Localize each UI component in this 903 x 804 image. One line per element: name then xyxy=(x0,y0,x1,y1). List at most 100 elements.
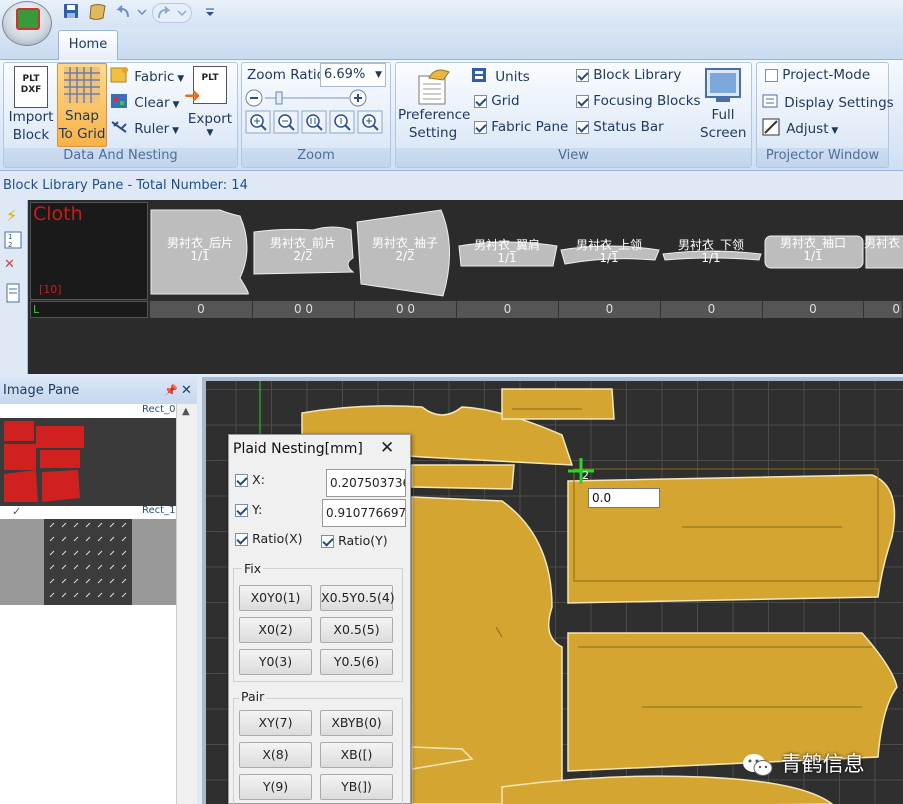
checkbox[interactable] xyxy=(235,504,248,517)
fix-x05-button[interactable]: X0.5(5) xyxy=(320,617,393,643)
checkbox[interactable] xyxy=(576,94,589,108)
block-name: 男衬衣 xyxy=(864,236,901,250)
checkbox[interactable] xyxy=(576,68,589,82)
zoom-fit-icon[interactable] xyxy=(329,110,355,138)
zoom-out-icon[interactable] xyxy=(273,110,299,138)
fabric-button[interactable]: Fabric ▼ xyxy=(110,66,184,88)
image-pane-scrollbar[interactable]: ▲ xyxy=(176,404,197,804)
tab-home[interactable]: Home xyxy=(58,30,118,60)
grid-checkbox[interactable]: Grid xyxy=(474,93,520,109)
lightning-icon[interactable]: ⚡ xyxy=(6,206,17,225)
block-library-toolbar: ⚡ 12 ✕ xyxy=(0,200,28,374)
script-icon[interactable] xyxy=(87,3,109,23)
block-placed-count: 0 xyxy=(661,301,763,318)
preference-setting-button[interactable]: Preference Setting xyxy=(398,64,470,146)
watermark: 青鹤信息 xyxy=(742,748,902,778)
ruler-button[interactable]: Ruler ▼ xyxy=(110,118,179,140)
close-icon[interactable]: ✕ xyxy=(380,438,394,458)
block-item[interactable]: 男衬衣_翼肩 1/1 xyxy=(457,208,560,300)
block-item[interactable]: 男衬衣_袖口 1/1 xyxy=(763,208,866,300)
y-checkbox[interactable]: Y: xyxy=(235,502,262,518)
checkmark-icon: ✓ xyxy=(12,505,22,518)
pair-yb-button[interactable]: YB(]) xyxy=(320,774,393,800)
block-item[interactable]: 男衬衣_袖子 2/2 xyxy=(355,208,458,300)
sort-icon[interactable]: 12 xyxy=(4,231,22,253)
checkbox[interactable] xyxy=(765,68,778,82)
x-checkbox[interactable]: X: xyxy=(235,472,265,488)
checkbox[interactable] xyxy=(235,533,248,546)
pair-x-button[interactable]: X(8) xyxy=(239,742,312,768)
block-library-checkbox[interactable]: Block Library xyxy=(576,67,681,83)
fabric-pane-checkbox[interactable]: Fabric Pane xyxy=(474,119,568,135)
adjust-button[interactable]: Adjust ▼ xyxy=(762,118,838,140)
status-bar-checkbox[interactable]: Status Bar xyxy=(576,119,664,135)
x-value-input[interactable]: 0.207503736 xyxy=(326,469,406,497)
checkbox[interactable] xyxy=(474,120,487,134)
coordinate-input[interactable]: 0.0 xyxy=(588,488,660,508)
fabric-pane-label: Fabric Pane xyxy=(491,119,569,135)
fix-x0-button[interactable]: X0(2) xyxy=(239,617,312,643)
ratio-y-checkbox[interactable]: Ratio(Y) xyxy=(321,533,388,549)
rect0-thumbnail[interactable] xyxy=(0,418,176,506)
watermark-text: 青鹤信息 xyxy=(780,752,865,776)
block-item[interactable]: 男衬衣_下领 1/1 xyxy=(661,208,764,300)
rect0-label: Rect_0 xyxy=(142,404,176,415)
pair-xbyb-button[interactable]: XBYB(0) xyxy=(320,710,393,736)
export-button[interactable]: PLT ➜ Export ▼ xyxy=(184,64,234,146)
svg-text:1: 1 xyxy=(8,233,12,241)
display-settings-button[interactable]: Display Settings xyxy=(762,93,894,113)
grid-icon xyxy=(63,66,101,104)
units-button[interactable]: Units xyxy=(471,66,530,88)
checkbox[interactable] xyxy=(235,474,248,487)
cloth-cell[interactable]: Cloth [10] xyxy=(30,202,148,300)
display-settings-icon xyxy=(762,93,780,113)
focusing-blocks-checkbox[interactable]: Focusing Blocks xyxy=(576,93,701,109)
list-icon[interactable] xyxy=(5,283,21,307)
undo-icon[interactable] xyxy=(113,3,149,23)
delete-icon[interactable]: ✕ xyxy=(4,257,15,272)
units-label: Units xyxy=(495,69,530,85)
ruler-icon xyxy=(110,118,130,140)
close-icon[interactable]: ✕ xyxy=(181,377,192,404)
checkbox[interactable] xyxy=(576,120,589,134)
zoom-slider[interactable] xyxy=(245,89,369,107)
pair-y-button[interactable]: Y(9) xyxy=(239,774,312,800)
zoom-in-icon[interactable] xyxy=(245,110,271,138)
save-icon[interactable] xyxy=(62,3,80,23)
block-item[interactable]: 男衬衣_上领 1/1 xyxy=(559,208,662,300)
adjust-label: Adjust xyxy=(786,121,829,137)
block-item[interactable]: 男衬衣_前片 2/2 xyxy=(253,208,356,300)
y-value-input[interactable]: 0.910776697 xyxy=(322,499,406,527)
scroll-up-icon[interactable]: ▲ xyxy=(182,406,190,417)
block-item[interactable]: 男衬衣_后片 1/1 xyxy=(150,208,254,300)
app-menu-button[interactable] xyxy=(2,1,52,46)
full-screen-button[interactable]: Full Screen xyxy=(700,64,746,146)
zoom-ratio-select[interactable]: 6.69% ▼ xyxy=(320,63,386,87)
checkbox[interactable] xyxy=(474,94,487,108)
marker-number: 2 xyxy=(582,469,589,482)
zoom-window-icon[interactable] xyxy=(357,110,383,138)
pair-xy-button[interactable]: XY(7) xyxy=(239,710,312,736)
fix-x05y05-button[interactable]: X0.5Y0.5(4) xyxy=(320,585,395,611)
import-block-button[interactable]: PLT DXF Import Block xyxy=(5,64,57,146)
project-mode-checkbox[interactable]: Project-Mode xyxy=(765,67,870,83)
block-count: 1/1 xyxy=(190,249,210,263)
zoom-ratio-label: Zoom Ratio xyxy=(247,67,325,83)
pair-xb-button[interactable]: XB([) xyxy=(320,742,393,768)
zoom-actual-icon[interactable] xyxy=(301,110,327,138)
rect1-thumbnail[interactable] xyxy=(0,519,176,605)
fix-y05-button[interactable]: Y0.5(6) xyxy=(320,649,393,675)
fix-x0y0-button[interactable]: X0Y0(1) xyxy=(239,585,312,611)
checkbox[interactable] xyxy=(321,535,334,548)
clear-button[interactable]: Clear ▼ xyxy=(110,92,179,114)
customize-toolbar-icon[interactable] xyxy=(202,3,218,23)
snap-to-grid-button[interactable]: Snap To Grid xyxy=(57,63,107,147)
fix-y0-button[interactable]: Y0(3) xyxy=(239,649,312,675)
chevron-down-icon: ▼ xyxy=(375,70,382,80)
cloth-row-label: L xyxy=(30,301,148,318)
redo-icon[interactable] xyxy=(152,3,192,23)
garment-piece xyxy=(411,464,515,490)
pin-icon[interactable]: 📌 xyxy=(164,377,178,404)
block-item[interactable]: 男衬衣 xyxy=(864,208,903,300)
ratio-x-checkbox[interactable]: Ratio(X) xyxy=(235,531,303,547)
